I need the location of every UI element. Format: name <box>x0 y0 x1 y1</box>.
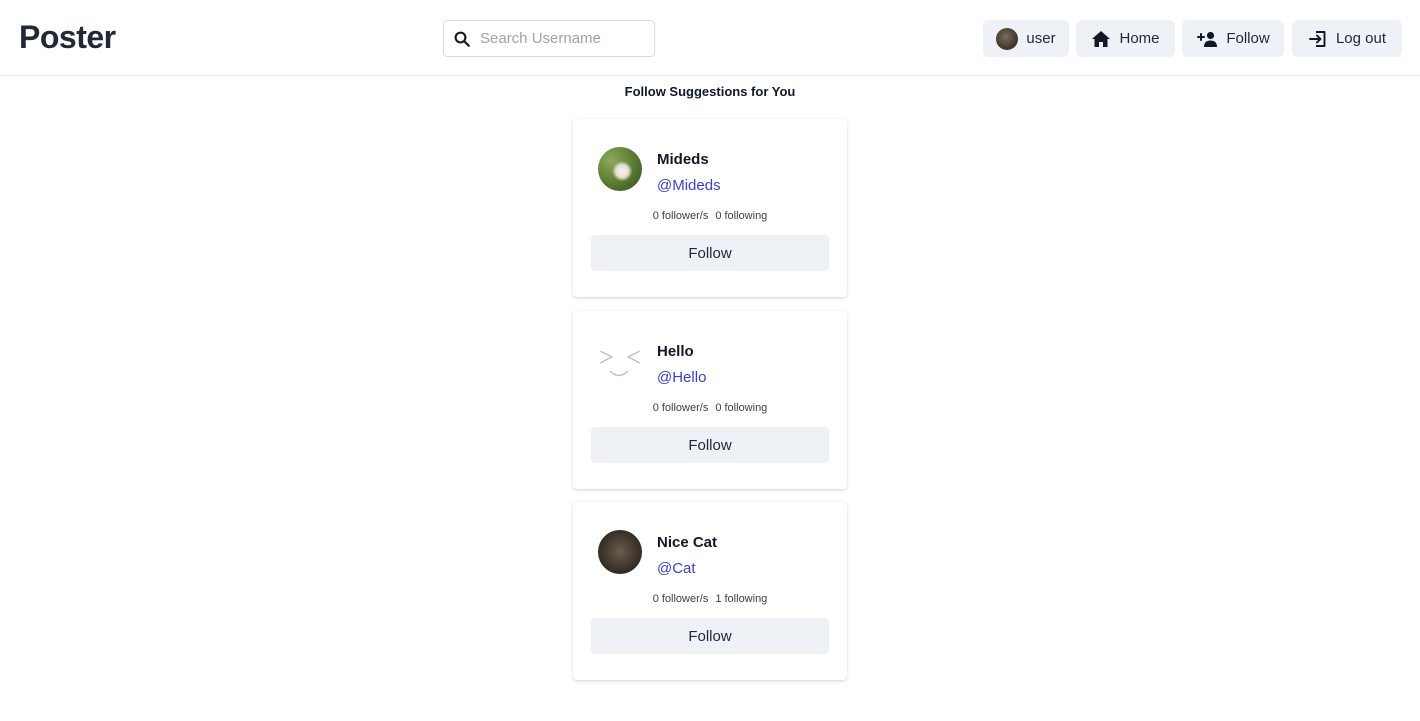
followers-count: 0 follower/s <box>652 402 709 414</box>
followers-count: 0 follower/s <box>652 210 709 222</box>
suggestion-name[interactable]: Nice Cat <box>657 534 717 551</box>
search-input[interactable] <box>480 30 650 47</box>
home-icon <box>1091 30 1111 48</box>
follow-nav-button[interactable]: Follow <box>1182 20 1284 57</box>
user-avatar-cat[interactable] <box>598 530 642 574</box>
suggestion-handle[interactable]: @Cat <box>657 560 696 577</box>
home-button[interactable]: Home <box>1076 20 1175 57</box>
suggestion-card: Nice Cat @Cat 0 follower/s 1 following Fo… <box>573 502 847 680</box>
add-user-icon <box>1196 31 1218 47</box>
followers-count: 0 follower/s <box>652 593 709 605</box>
suggestion-name[interactable]: Hello <box>657 343 694 360</box>
follow-button[interactable]: Follow <box>591 235 829 271</box>
logout-icon <box>1308 29 1328 49</box>
logout-button-label: Log out <box>1335 30 1387 47</box>
following-count: 0 following <box>715 210 768 222</box>
smiley-avatar-icon[interactable] <box>598 339 642 383</box>
suggestion-card: Mideds @Mideds 0 follower/s 0 following F… <box>573 119 847 297</box>
home-button-label: Home <box>1119 30 1160 47</box>
follow-button[interactable]: Follow <box>591 618 829 654</box>
search-icon <box>454 31 470 47</box>
app-logo[interactable]: Poster <box>19 19 116 56</box>
follow-stats: 0 follower/s 0 following <box>573 402 847 414</box>
top-navbar: Poster user Home Follow <box>0 0 1420 76</box>
profile-button[interactable]: user <box>983 20 1069 57</box>
follow-stats: 0 follower/s 1 following <box>573 593 847 605</box>
logout-button[interactable]: Log out <box>1292 20 1402 57</box>
follow-nav-label: Follow <box>1226 30 1270 47</box>
suggestion-handle[interactable]: @Mideds <box>657 177 721 194</box>
search-box[interactable] <box>443 20 655 57</box>
suggestion-name[interactable]: Mideds <box>657 151 709 168</box>
user-avatar-dog[interactable] <box>598 147 642 191</box>
following-count: 1 following <box>715 593 768 605</box>
profile-button-label: user <box>1026 30 1056 47</box>
following-count: 0 following <box>715 402 768 414</box>
follow-stats: 0 follower/s 0 following <box>573 210 847 222</box>
suggestions-heading: Follow Suggestions for You <box>624 84 796 99</box>
user-avatar <box>996 27 1019 50</box>
suggestion-card: Hello @Hello 0 follower/s 0 following Fol… <box>573 311 847 489</box>
follow-button[interactable]: Follow <box>591 427 829 463</box>
suggestion-handle[interactable]: @Hello <box>657 369 706 386</box>
